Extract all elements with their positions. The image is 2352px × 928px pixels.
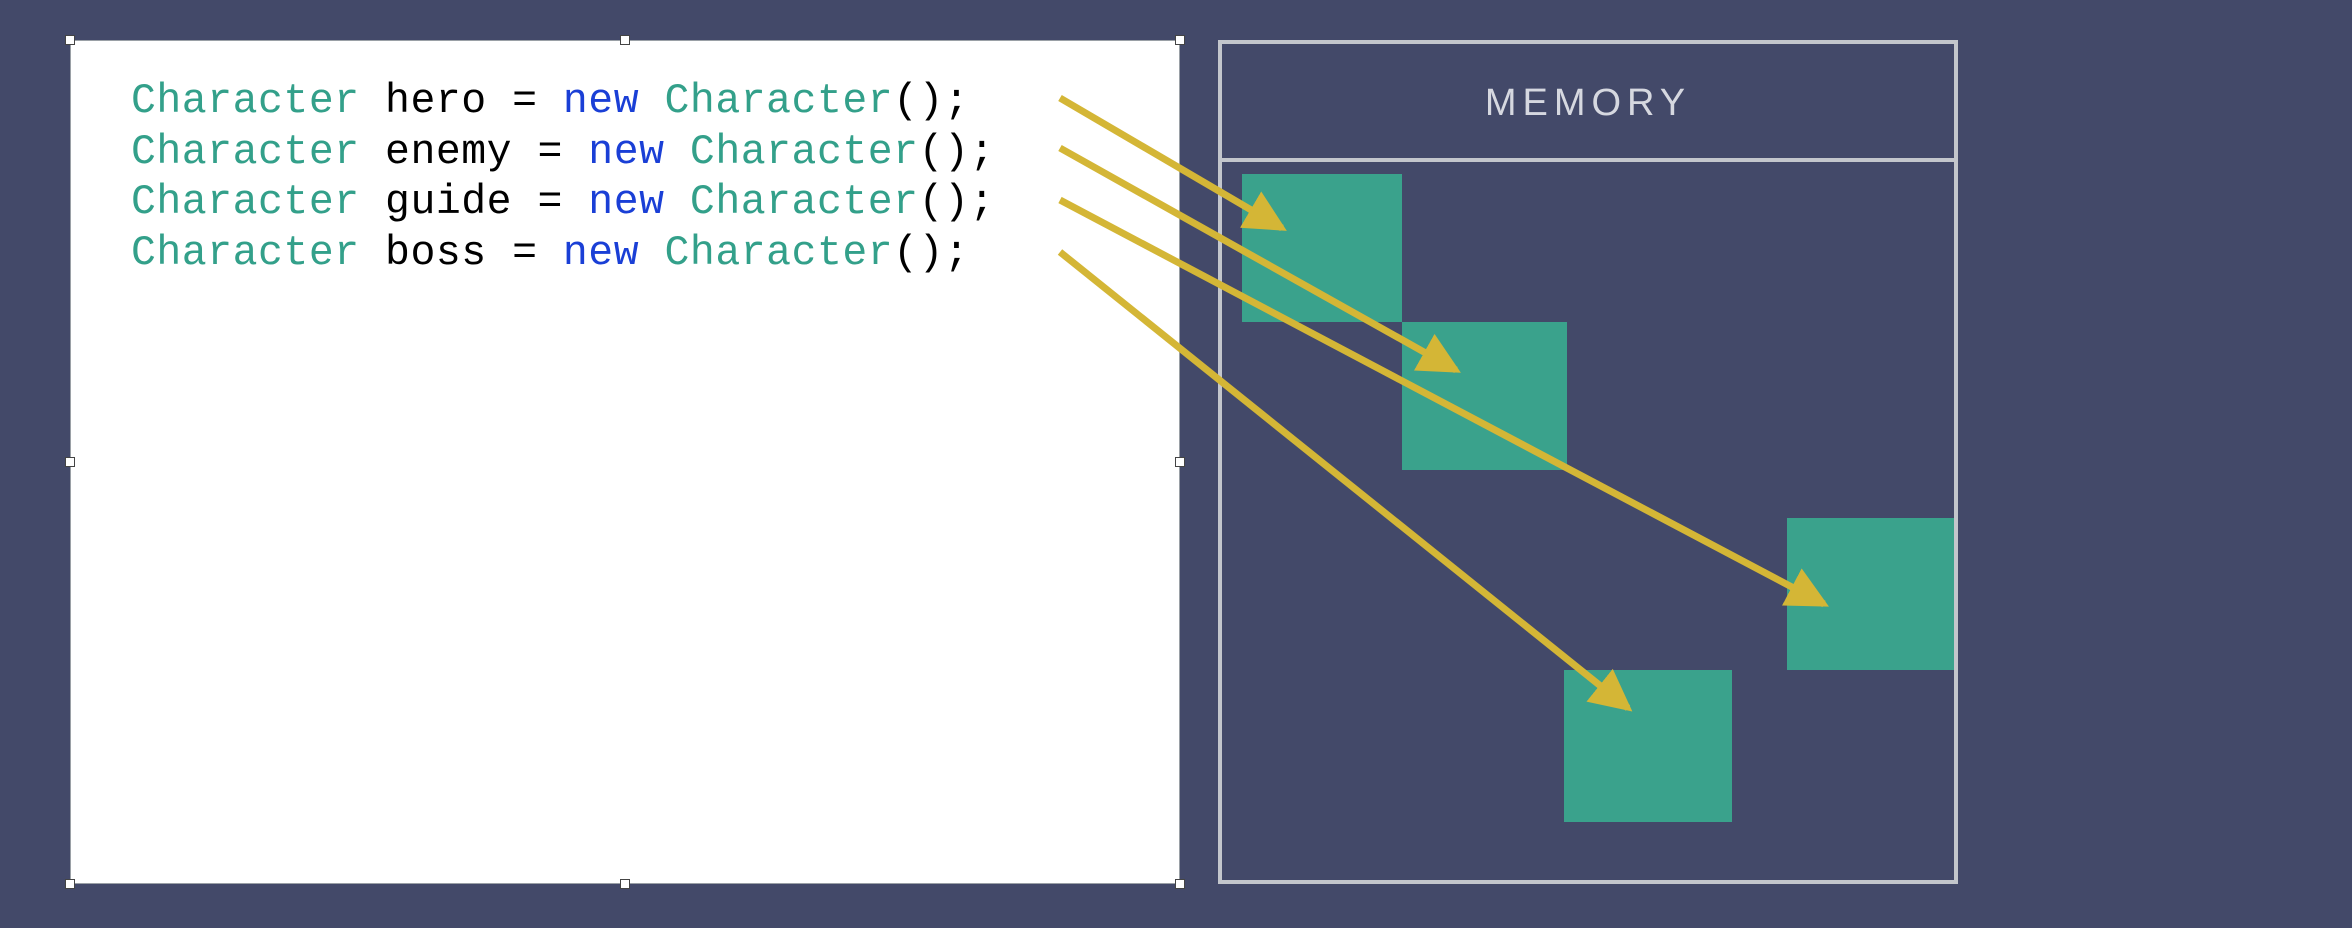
memory-block — [1242, 174, 1402, 322]
token-keyword-new: new — [537, 78, 664, 125]
resize-handle-tl[interactable] — [65, 35, 75, 45]
memory-body — [1222, 162, 1954, 880]
code-line: Character boss = new Character(); — [131, 229, 1169, 280]
token-punctuation: (); — [893, 230, 969, 277]
token-type: Character — [131, 129, 360, 176]
token-identifier: enemy — [360, 129, 538, 176]
token-constructor: Character — [690, 179, 919, 226]
memory-panel: MEMORY — [1218, 40, 1958, 884]
token-keyword-new: new — [563, 129, 690, 176]
code-body: Character hero = new Character();Charact… — [71, 41, 1179, 290]
resize-handle-br[interactable] — [1175, 879, 1185, 889]
token-constructor: Character — [665, 78, 894, 125]
code-line: Character enemy = new Character(); — [131, 128, 1169, 179]
resize-handle-lc[interactable] — [65, 457, 75, 467]
token-punctuation: (); — [919, 179, 995, 226]
token-keyword-new: new — [563, 179, 690, 226]
resize-handle-tc[interactable] — [620, 35, 630, 45]
memory-block — [1564, 670, 1732, 822]
resize-handle-rc[interactable] — [1175, 457, 1185, 467]
token-keyword-new: new — [537, 230, 664, 277]
token-type: Character — [131, 179, 360, 226]
token-equals: = — [537, 179, 562, 226]
resize-handle-bl[interactable] — [65, 879, 75, 889]
resize-handle-bc[interactable] — [620, 879, 630, 889]
token-identifier: boss — [360, 230, 512, 277]
memory-block — [1402, 322, 1567, 470]
token-constructor: Character — [665, 230, 894, 277]
code-text-frame[interactable]: Character hero = new Character();Charact… — [70, 40, 1180, 884]
code-line: Character guide = new Character(); — [131, 178, 1169, 229]
token-identifier: guide — [360, 179, 538, 226]
token-type: Character — [131, 230, 360, 277]
token-constructor: Character — [690, 129, 919, 176]
token-equals: = — [537, 129, 562, 176]
token-equals: = — [512, 78, 537, 125]
memory-title: MEMORY — [1222, 44, 1954, 162]
token-identifier: hero — [360, 78, 512, 125]
resize-handle-tr[interactable] — [1175, 35, 1185, 45]
memory-block — [1787, 518, 1954, 670]
token-equals: = — [512, 230, 537, 277]
token-punctuation: (); — [919, 129, 995, 176]
code-line: Character hero = new Character(); — [131, 77, 1169, 128]
token-type: Character — [131, 78, 360, 125]
token-punctuation: (); — [893, 78, 969, 125]
